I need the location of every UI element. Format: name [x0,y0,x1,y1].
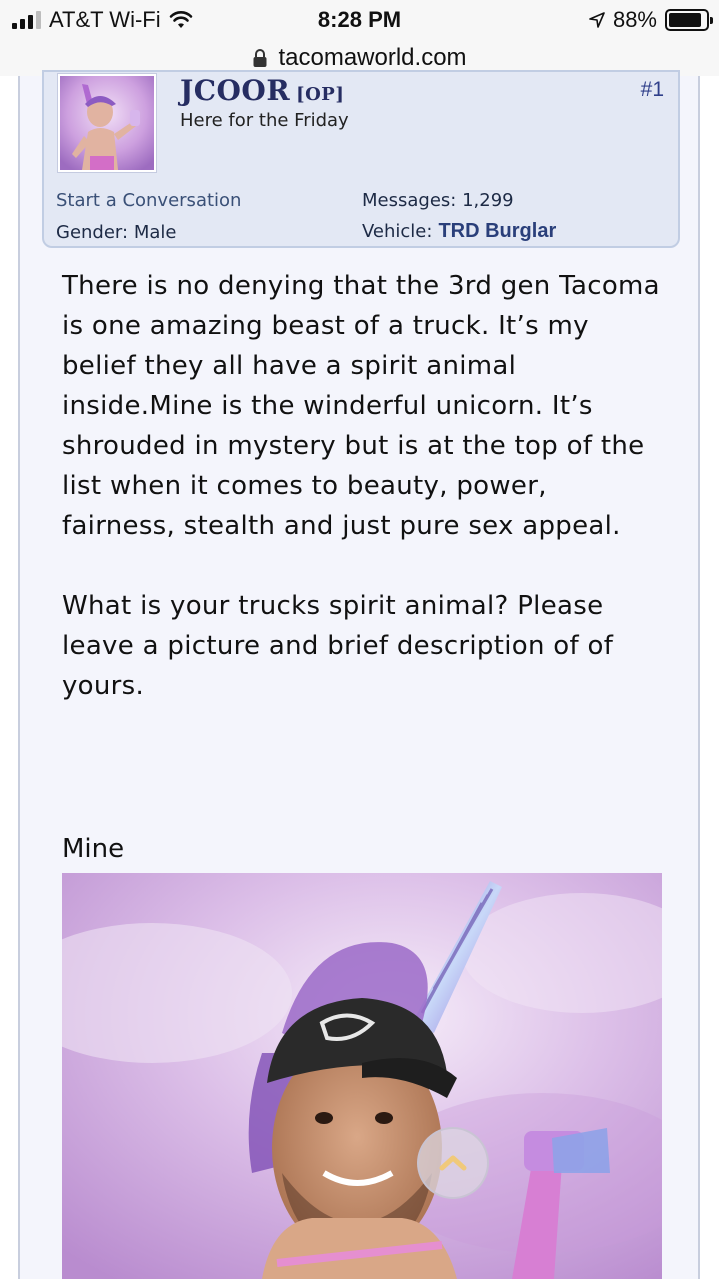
user-info-block: JCOOR [OP] #1 Here for the Friday Start a… [42,70,680,248]
scroll-to-top-button[interactable] [417,1127,489,1199]
gender-info: Gender: Male [56,222,176,243]
web-page: JCOOR [OP] #1 Here for the Friday Start a… [0,70,719,1279]
battery-level-fill [669,13,701,27]
username[interactable]: JCOOR [180,74,290,107]
gender-value: Male [133,222,177,243]
chevron-up-icon [439,1155,467,1171]
battery-percent: 88% [612,7,657,32]
unicorn-photo[interactable] [62,873,662,1279]
messages-value: 1,299 [462,190,514,211]
post-image[interactable] [62,873,662,1279]
post-paragraph-1: There is no denying that the 3rd gen Tac… [62,271,660,541]
avatar[interactable] [58,74,156,172]
status-right: 88% [589,6,713,34]
vehicle-label: Vehicle: [362,221,433,242]
gender-label: Gender: [56,222,129,243]
user-title: Here for the Friday [180,110,349,131]
messages-label: Messages: [362,190,457,211]
post-paragraph-2: What is your trucks spirit animal? Pleas… [62,591,614,701]
username-line: JCOOR [OP] [180,74,344,107]
post-container: JCOOR [OP] #1 Here for the Friday Start a… [18,70,700,1279]
messages-info: Messages: 1,299 [362,190,514,211]
start-conversation-link[interactable]: Start a Conversation [56,190,241,211]
image-caption: Mine [62,834,125,864]
location-arrow-icon [589,12,605,28]
avatar-image[interactable] [60,76,154,170]
vehicle-link[interactable]: TRD Burglar [438,220,556,242]
vehicle-info: Vehicle: TRD Burglar [362,220,556,243]
status-bar: AT&T Wi-Fi 8:28 PM 88% [0,0,719,40]
post-body: There is no denying that the 3rd gen Tac… [62,266,662,706]
lock-icon [253,49,267,67]
post-number-link[interactable]: #1 [641,78,664,102]
op-badge: [OP] [296,84,345,105]
battery-icon [665,9,713,31]
url-text[interactable]: tacomaworld.com [278,44,466,72]
